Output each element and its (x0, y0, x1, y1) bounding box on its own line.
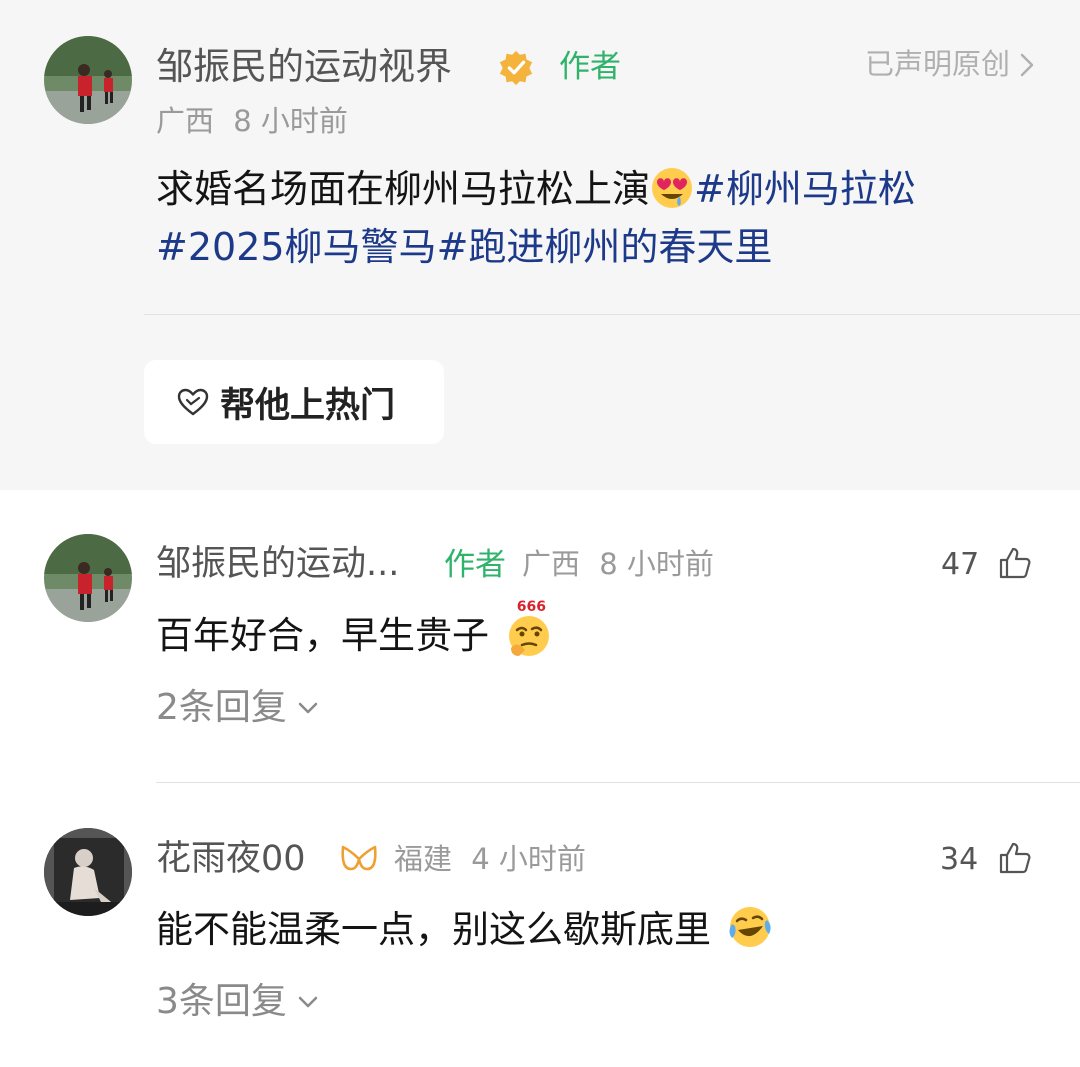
boost-label: 帮他上热门 (220, 385, 396, 426)
view-replies-button[interactable]: 2条回复 (156, 690, 319, 726)
author-tag: 作者 (444, 547, 506, 583)
verified-badge-icon (499, 50, 533, 86)
view-replies-button[interactable]: 3条回复 (156, 984, 319, 1020)
chevron-down-icon (298, 996, 318, 1008)
comment-location: 广西 (522, 547, 581, 581)
boost-button[interactable]: 帮他上热门 (144, 360, 444, 444)
hashtag-link[interactable]: #跑进柳州的春天里 (437, 225, 773, 269)
commenter-avatar[interactable] (44, 534, 132, 622)
comment-text: 能不能温柔一点，别这么歇斯底里 (156, 908, 711, 951)
emoji-badge-text: 666 (516, 599, 546, 615)
comment-time: 8 小时前 (599, 547, 714, 581)
comment-text: 百年好合，早生贵子 (156, 614, 489, 657)
post-divider (144, 314, 1080, 315)
replies-label: 2条回复 (156, 687, 287, 728)
post-text: 求婚名场面在柳州马拉松上演 (156, 167, 651, 211)
comment-divider (156, 782, 1080, 783)
author-tag: 作者 (559, 49, 621, 85)
comment-meta: 福建 4 小时前 (394, 845, 586, 874)
chevron-down-icon (298, 702, 318, 714)
thumbs-up-icon[interactable] (997, 840, 1033, 876)
comment-location: 福建 (394, 842, 453, 876)
author-name[interactable]: 邹振民的运动视界 (156, 48, 452, 85)
comment-content: 百年好合，早生贵子 666 (156, 600, 557, 657)
chevron-right-icon (1020, 53, 1034, 76)
post-meta: 广西 8 小时前 (156, 107, 348, 136)
comment-time: 4 小时前 (471, 842, 586, 876)
post-card: 邹振民的运动视界 作者 已声明原创 广西 8 小时前 求婚名场面在柳州马拉松上演… (0, 0, 1080, 490)
comment-content: 能不能温柔一点，别这么歇斯底里 (156, 904, 773, 950)
hashtag-link[interactable]: #2025柳马警马 (156, 225, 437, 269)
heart-outline-icon (177, 388, 209, 416)
thinking-666-emoji-icon: 666 (505, 600, 557, 656)
hashtag-link[interactable]: #柳州马拉松 (694, 167, 916, 211)
commenter-name[interactable]: 花雨夜00 (156, 842, 306, 877)
commenter-avatar[interactable] (44, 828, 132, 916)
like-count: 47 (941, 547, 980, 582)
thumbs-up-icon[interactable] (997, 545, 1033, 581)
like-count: 34 (940, 842, 979, 877)
laughing-crying-emoji-icon (729, 907, 771, 947)
original-declaration-link[interactable]: 已声明原创 (865, 50, 1034, 79)
membership-badge-icon (341, 845, 377, 871)
post-content: 求婚名场面在柳州马拉松上演 #柳州马拉松 #2025柳马警马#跑进柳州的春天里 (156, 160, 1036, 276)
author-avatar[interactable] (44, 36, 132, 124)
post-time: 8 小时前 (233, 104, 348, 138)
replies-label: 3条回复 (156, 981, 287, 1022)
original-label: 已声明原创 (864, 47, 1010, 81)
commenter-name[interactable]: 邹振民的运动... (156, 547, 399, 582)
heart-eyes-emoji-icon (652, 168, 693, 208)
comment-meta: 广西 8 小时前 (522, 550, 714, 579)
post-location: 广西 (156, 104, 215, 138)
